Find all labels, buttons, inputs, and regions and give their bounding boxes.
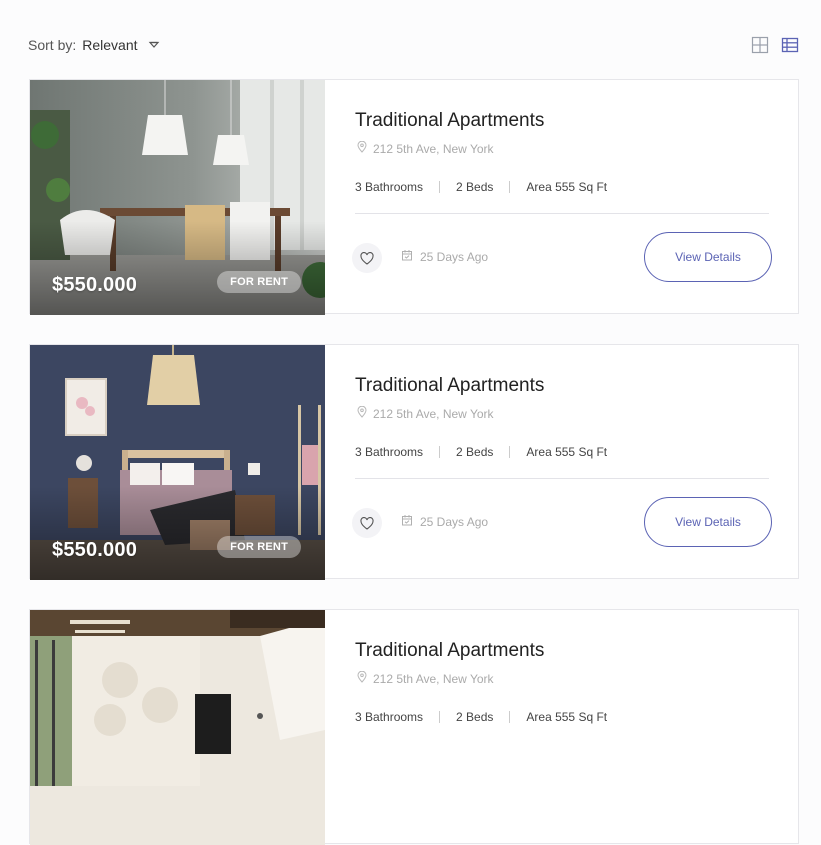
property-features: 3 Bathrooms 2 Beds Area 555 Sq Ft [355,445,607,459]
property-info: Traditional Apartments 212 5th Ave, New … [352,345,798,578]
sort-label: Sort by: [28,37,77,53]
property-card: $550.000 FOR RENT Traditional Apartments… [29,344,799,580]
date-text: 25 Days Ago [420,514,489,529]
feature-divider [509,711,511,723]
beds-count: 2 Beds [456,445,494,459]
sort-dropdown[interactable]: Relevant [82,37,137,53]
listing-date: 25 Days Ago [401,514,488,529]
location-pin-icon [357,670,367,686]
address-text: 212 5th Ave, New York [373,671,494,686]
area-size: Area 555 Sq Ft [526,710,608,724]
property-features: 3 Bathrooms 2 Beds Area 555 Sq Ft [355,180,607,194]
feature-divider [439,446,441,458]
address-text: 212 5th Ave, New York [373,406,494,421]
heart-icon [360,251,374,265]
grid-view-icon[interactable] [751,36,769,54]
calendar-icon [401,249,413,264]
price-tag: $550.000 [52,539,138,561]
feature-divider [439,711,441,723]
feature-divider [439,181,441,193]
location-pin-icon [357,140,367,156]
list-view-icon[interactable] [781,36,799,54]
property-card: Traditional Apartments 212 5th Ave, New … [29,609,799,845]
feature-divider [509,446,511,458]
address-text: 212 5th Ave, New York [373,141,494,156]
favorite-button[interactable] [352,243,382,273]
property-features: 3 Bathrooms 2 Beds Area 555 Sq Ft [355,710,607,724]
property-photo-bedroom[interactable]: $550.000 FOR RENT [30,345,325,580]
calendar-icon [401,514,413,529]
view-toggles [751,36,799,54]
property-address: 212 5th Ave, New York [357,670,494,686]
property-title[interactable]: Traditional Apartments [355,640,544,662]
location-pin-icon [357,405,367,421]
area-size: Area 555 Sq Ft [526,445,608,459]
favorite-button[interactable] [352,508,382,538]
listing-date: 25 Days Ago [401,249,488,264]
property-info: Traditional Apartments 212 5th Ave, New … [352,80,798,313]
beds-count: 2 Beds [456,710,494,724]
sort-toolbar: Sort by: Relevant [28,30,799,60]
property-address: 212 5th Ave, New York [357,405,494,421]
property-title[interactable]: Traditional Apartments [355,375,544,397]
property-title[interactable]: Traditional Apartments [355,110,544,132]
for-rent-badge: FOR RENT [217,271,301,293]
chevron-down-icon[interactable] [148,39,160,51]
view-details-button[interactable]: View Details [644,232,772,282]
date-text: 25 Days Ago [420,249,489,264]
for-rent-badge: FOR RENT [217,536,301,558]
heart-icon [360,516,374,530]
view-details-button[interactable]: View Details [644,497,772,547]
card-divider [355,478,769,479]
feature-divider [509,181,511,193]
property-info: Traditional Apartments 212 5th Ave, New … [355,610,798,843]
card-divider [355,213,769,214]
property-address: 212 5th Ave, New York [357,140,494,156]
bathrooms-count: 3 Bathrooms [355,180,424,194]
area-size: Area 555 Sq Ft [526,180,608,194]
bathrooms-count: 3 Bathrooms [355,445,424,459]
property-card: $550.000 FOR RENT Traditional Apartments… [29,79,799,315]
bathrooms-count: 3 Bathrooms [355,710,424,724]
property-photo-living[interactable] [30,610,325,845]
price-tag: $550.000 [52,274,138,296]
beds-count: 2 Beds [456,180,494,194]
property-photo-dining[interactable]: $550.000 FOR RENT [30,80,325,315]
